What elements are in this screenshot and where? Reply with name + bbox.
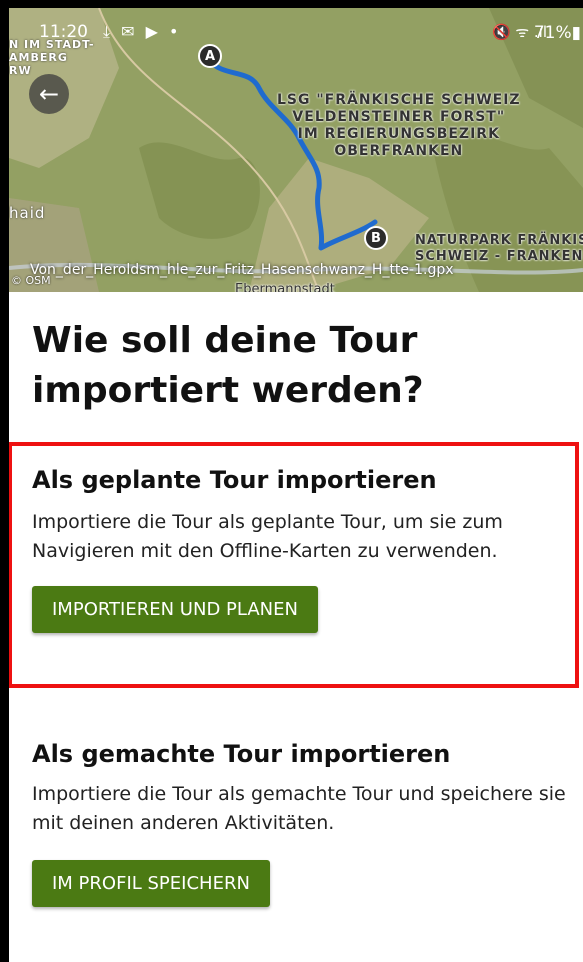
map-label-haid: haid: [9, 204, 46, 222]
option-done-tour: Als gemachte Tour importieren Importiere…: [32, 740, 572, 907]
gpx-filename: Von_der_Heroldsm_hle_zur_Fritz_Hasenschw…: [30, 262, 454, 278]
option-done-description: Importiere die Tour als gemachte Tour un…: [32, 783, 566, 834]
import-and-plan-button[interactable]: IMPORTIEREN UND PLANEN: [32, 586, 318, 633]
notification-icons: ⤓ ✉ ▶ •: [103, 22, 182, 41]
start-marker: A: [198, 44, 222, 68]
clock: 11:20: [39, 22, 88, 42]
map-label-lsg: LSG "FRÄNKISCHE SCHWEIZ VELDENSTEINER FO…: [277, 92, 521, 159]
battery-level: 71%▮: [533, 23, 581, 43]
option-planned-description: Importiere die Tour als geplante Tour, u…: [32, 511, 503, 562]
status-bar: 11:20 ⤓ ✉ ▶ • 🔇 ᯤ .ıl 71%▮: [39, 22, 583, 46]
option-planned-tour: Als geplante Tour importieren Importiere…: [32, 466, 572, 633]
end-marker: B: [364, 226, 388, 250]
page-title: Wie soll deine Tour importiert werden?: [32, 320, 424, 411]
map-label-town: Ebermannstadt: [235, 282, 335, 292]
map-label-naturpark: NATURPARK FRÄNKIS SCHWEIZ - FRANKEN: [415, 233, 583, 264]
map-attribution: © OSM: [11, 274, 51, 287]
screen: N IM STADT- AMBERG RW LSG "FRÄNKISCHE SC…: [9, 8, 583, 962]
option-done-heading: Als gemachte Tour importieren: [32, 740, 451, 768]
option-planned-heading: Als geplante Tour importieren: [32, 466, 437, 494]
save-to-profile-button[interactable]: IM PROFIL SPEICHERN: [32, 860, 270, 907]
map-preview[interactable]: N IM STADT- AMBERG RW LSG "FRÄNKISCHE SC…: [9, 8, 583, 292]
back-arrow-icon[interactable]: ←: [29, 74, 69, 114]
